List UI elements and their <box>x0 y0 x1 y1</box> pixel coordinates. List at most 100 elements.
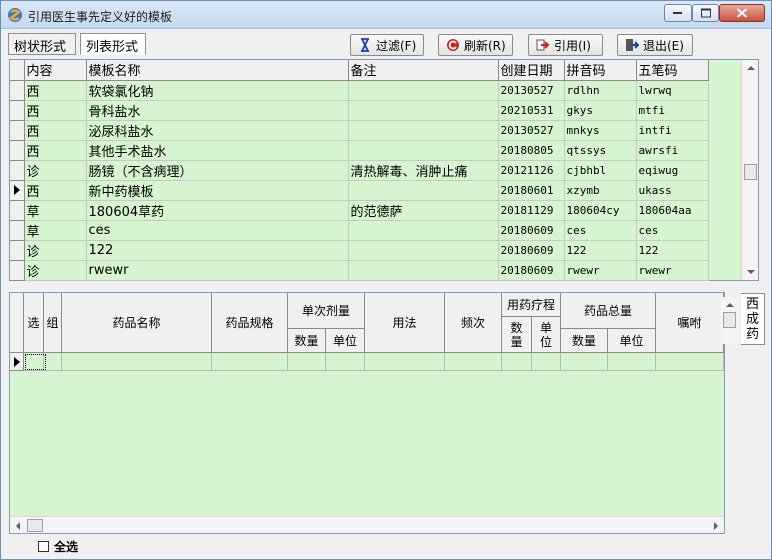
template-row[interactable]: 草 180604草药 的范德萨 20181129 180604cy 180604aa <box>10 200 709 221</box>
cell-frequency[interactable] <box>445 353 502 371</box>
title-bar[interactable]: 引用医生事先定义好的模板 <box>1 1 771 29</box>
cell-pinyin[interactable]: xzymb <box>564 180 637 201</box>
cell-group[interactable] <box>44 353 62 371</box>
row-indicator[interactable] <box>10 140 25 161</box>
cell-remark[interactable] <box>348 180 499 201</box>
column-header-pinyin[interactable]: 拼音码 <box>564 60 637 81</box>
column-header-wubi[interactable]: 五笔码 <box>636 60 709 81</box>
cell-remark[interactable] <box>348 100 499 121</box>
cell-template-name[interactable]: 新中药模板 <box>86 180 349 201</box>
cell-drug-spec[interactable] <box>212 353 288 371</box>
column-header-total-unit[interactable]: 单位 <box>608 329 656 353</box>
cell-created-date[interactable]: 20210531 <box>498 100 565 121</box>
cell-remark[interactable] <box>348 260 499 281</box>
row-indicator[interactable] <box>10 120 25 141</box>
cell-single-qty[interactable] <box>288 353 326 371</box>
tab-tree-view[interactable]: 树状形式 <box>8 33 76 55</box>
template-row[interactable]: 诊肠镜（不含病理） 清热解毒、消肿止痛 20121126 cjbhbl eqiwug <box>10 160 709 181</box>
column-header-total[interactable]: 药品总量 <box>561 293 656 329</box>
column-header-advice[interactable]: 嘱咐 <box>656 293 724 353</box>
column-header-total-qty[interactable]: 数量 <box>561 329 608 353</box>
cell-pinyin[interactable]: 180604cy <box>564 200 637 221</box>
scroll-thumb[interactable] <box>27 519 43 532</box>
cell-pinyin[interactable]: gkys <box>564 100 637 121</box>
scroll-up-icon[interactable] <box>726 303 734 307</box>
template-row[interactable]: 诊 rwewr 20180609 rwewr rwewr <box>10 260 709 281</box>
cell-course-unit[interactable] <box>532 353 561 371</box>
column-header-frequency[interactable]: 频次 <box>445 293 502 353</box>
drug-vertical-scrollbar[interactable] <box>721 297 739 344</box>
cell-wubi[interactable]: 180604aa <box>636 200 709 221</box>
cell-content[interactable]: 西 <box>24 120 87 141</box>
column-header-content[interactable]: 内容 <box>24 60 87 81</box>
cell-template-name[interactable]: 其他手术盐水 <box>86 140 349 161</box>
scroll-down-icon[interactable] <box>747 270 755 274</box>
cell-wubi[interactable]: eqiwug <box>636 160 709 181</box>
reference-button[interactable]: 引用(I) <box>528 34 603 56</box>
filter-button[interactable]: 过滤(F) <box>350 34 424 56</box>
column-header-course-unit[interactable]: 单 位 <box>532 317 561 353</box>
template-row[interactable]: 西软袋氯化钠 20130527 rdlhn lwrwq <box>10 80 709 101</box>
column-header-drug-spec[interactable]: 药品规格 <box>212 293 288 353</box>
template-row[interactable]: 诊 122 20180609 122 122 <box>10 240 709 261</box>
cell-pinyin[interactable]: ces <box>564 220 637 241</box>
cell-template-name[interactable]: 骨科盐水 <box>86 100 349 121</box>
exit-button[interactable]: 退出(E) <box>617 34 693 56</box>
cell-single-unit[interactable] <box>326 353 365 371</box>
cell-wubi[interactable]: lwrwq <box>636 80 709 101</box>
cell-pinyin[interactable]: qtssys <box>564 140 637 161</box>
column-header-select[interactable]: 选 <box>24 293 44 353</box>
cell-wubi[interactable]: awrsfi <box>636 140 709 161</box>
cell-content[interactable]: 诊 <box>24 160 87 181</box>
cell-remark[interactable]: 清热解毒、消肿止痛 <box>348 160 499 181</box>
row-indicator[interactable] <box>10 260 25 281</box>
drug-grid[interactable]: 选 组 药品名称 药品规格 单次剂量 数量 单位 用法 频次 用药疗程 数 量 … <box>9 292 725 534</box>
cell-created-date[interactable]: 20181129 <box>498 200 565 221</box>
scroll-up-icon[interactable] <box>747 66 755 70</box>
template-vertical-scrollbar[interactable] <box>741 60 758 280</box>
cell-created-date[interactable]: 20180609 <box>498 240 565 261</box>
column-header-template-name[interactable]: 模板名称 <box>86 60 349 81</box>
column-header-usage[interactable]: 用法 <box>365 293 445 353</box>
column-header-created-date[interactable]: 创建日期 <box>498 60 565 81</box>
cell-remark[interactable] <box>348 120 499 141</box>
row-indicator[interactable] <box>10 240 25 261</box>
cell-content[interactable]: 西 <box>24 100 87 121</box>
template-row[interactable]: 草 ces 20180609 ces ces <box>10 220 709 241</box>
cell-created-date[interactable]: 20121126 <box>498 160 565 181</box>
cell-content[interactable]: 西 <box>24 140 87 161</box>
cell-remark[interactable]: 的范德萨 <box>348 200 499 221</box>
template-row[interactable]: 西新中药模板 20180601 xzymb ukass <box>10 180 709 201</box>
tab-list-view[interactable]: 列表形式 <box>80 33 146 55</box>
scroll-thumb[interactable] <box>723 312 736 328</box>
cell-template-name[interactable]: ces <box>86 220 349 241</box>
cell-template-name[interactable]: rwewr <box>86 260 349 281</box>
cell-usage[interactable] <box>365 353 445 371</box>
tab-western-medicine[interactable]: 西成药 <box>741 293 765 345</box>
template-grid[interactable]: 内容 模板名称 备注 创建日期 拼音码 五笔码 西软袋氯化钠 20130527rd… <box>9 59 759 281</box>
cell-drug-name[interactable] <box>62 353 212 371</box>
row-indicator[interactable] <box>10 220 25 241</box>
scroll-left-icon[interactable] <box>16 522 20 530</box>
cell-course-qty[interactable] <box>502 353 532 371</box>
select-all-control[interactable]: 全选 <box>38 538 78 555</box>
cell-template-name[interactable]: 泌尿科盐水 <box>86 120 349 141</box>
row-indicator[interactable] <box>10 353 24 371</box>
column-header-single-dose[interactable]: 单次剂量 <box>288 293 365 329</box>
cell-created-date[interactable]: 20180609 <box>498 260 565 281</box>
cell-template-name[interactable]: 180604草药 <box>86 200 349 221</box>
template-row[interactable]: 西骨科盐水 20210531 gkys mtfi <box>10 100 709 121</box>
maximize-button[interactable] <box>692 4 719 22</box>
cell-total-qty[interactable] <box>561 353 608 371</box>
cell-created-date[interactable]: 20130527 <box>498 120 565 141</box>
cell-remark[interactable] <box>348 80 499 101</box>
cell-advice[interactable] <box>656 353 724 371</box>
cell-wubi[interactable]: ukass <box>636 180 709 201</box>
cell-template-name[interactable]: 肠镜（不含病理） <box>86 160 349 181</box>
minimize-button[interactable] <box>664 4 692 22</box>
scroll-thumb[interactable] <box>744 164 757 180</box>
cell-pinyin[interactable]: 122 <box>564 240 637 261</box>
cell-content[interactable]: 草 <box>24 220 87 241</box>
cell-wubi[interactable]: intfi <box>636 120 709 141</box>
cell-pinyin[interactable]: cjbhbl <box>564 160 637 181</box>
